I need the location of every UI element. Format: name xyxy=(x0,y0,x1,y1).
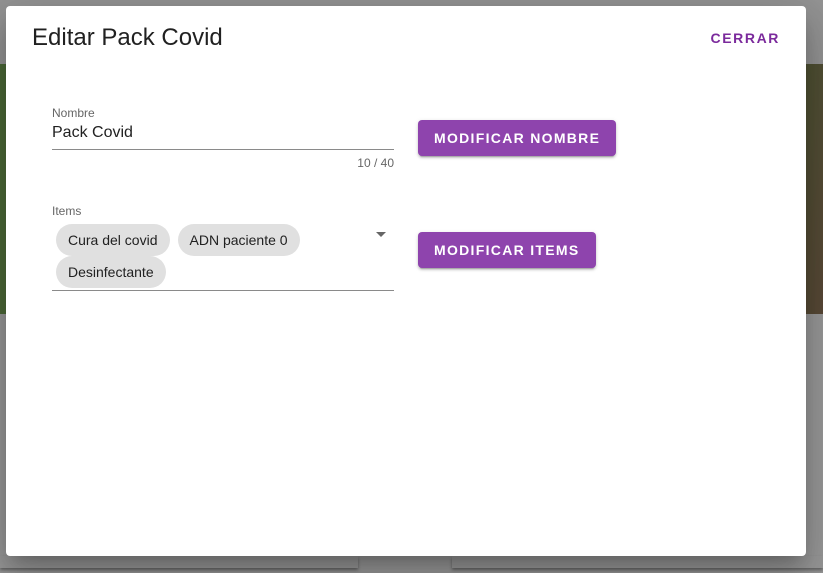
item-chip[interactable]: Desinfectante xyxy=(56,256,166,288)
name-field-label: Nombre xyxy=(52,106,95,120)
modify-name-button[interactable]: MODIFICAR NOMBRE xyxy=(418,120,617,156)
edit-pack-dialog: Editar Pack Covid CERRAR Nombre Pack Cov… xyxy=(6,6,806,556)
name-field[interactable]: Nombre Pack Covid 10 / 40 xyxy=(52,106,394,170)
items-field[interactable]: Items Cura del covid ADN paciente 0 Desi… xyxy=(52,204,394,291)
modify-items-button[interactable]: MODIFICAR ITEMS xyxy=(418,232,596,268)
dialog-title: Editar Pack Covid xyxy=(32,24,223,51)
item-chip[interactable]: ADN paciente 0 xyxy=(177,224,300,256)
item-chip[interactable]: Cura del covid xyxy=(56,224,170,256)
items-select[interactable]: Cura del covid ADN paciente 0 Desinfecta… xyxy=(52,218,394,291)
name-input[interactable]: Pack Covid xyxy=(52,124,394,150)
dropdown-arrow-icon[interactable] xyxy=(376,232,386,237)
character-counter: 10 / 40 xyxy=(357,156,394,170)
items-field-label: Items xyxy=(52,204,82,218)
close-button[interactable]: CERRAR xyxy=(701,26,791,50)
